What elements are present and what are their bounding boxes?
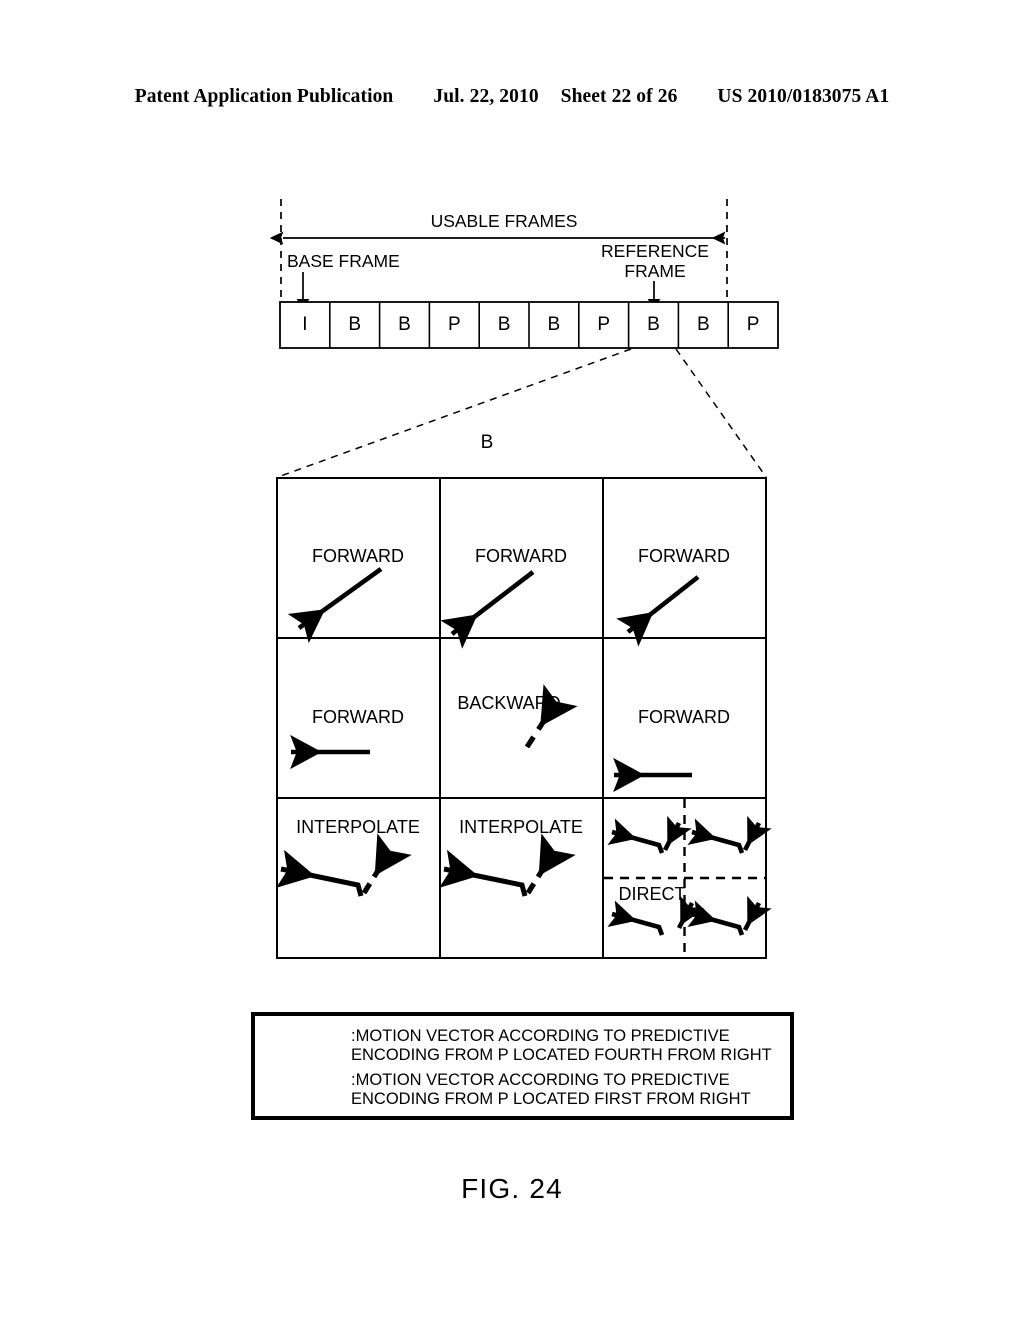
frame-cell-0[interactable]: I xyxy=(302,314,307,336)
mv-arrow-r2c1-forward xyxy=(439,849,528,897)
frame-cell-8[interactable]: B xyxy=(697,314,710,336)
frame-cell-5[interactable]: B xyxy=(548,314,561,336)
legend-entry-solid: :MOTION VECTOR ACCORDING TO PREDICTIVE E… xyxy=(351,1027,772,1065)
mv-arrow-r2c0-backward-dashed xyxy=(361,833,412,895)
legend-entry-solid-line2: ENCODING FROM P LOCATED FOURTH FROM RIGH… xyxy=(351,1045,772,1064)
mv-arrow-direct-bl xyxy=(607,895,705,936)
mv-arrow-direct-tr xyxy=(687,815,772,854)
legend-entry-dashed: :MOTION VECTOR ACCORDING TO PREDICTIVE E… xyxy=(351,1071,751,1109)
mv-arrow-r0c1 xyxy=(440,570,535,649)
frame-cell-4[interactable]: B xyxy=(498,314,511,336)
frame-cell-9[interactable]: P xyxy=(747,314,760,336)
frame-cell-2[interactable]: B xyxy=(398,314,411,336)
direct-cell-subdivision-lines xyxy=(604,799,765,957)
macroblock-label-r1c2: FORWARD xyxy=(638,707,730,727)
macroblock-label-r2c1: INTERPOLATE xyxy=(459,817,583,837)
base-frame-label: BASE FRAME xyxy=(287,251,400,271)
mv-arrow-direct-br xyxy=(687,895,772,936)
mv-arrow-r0c0 xyxy=(287,567,383,644)
reference-frame-label: REFERENCE FRAME xyxy=(601,241,709,281)
mv-arrow-direct-tl xyxy=(607,815,692,854)
legend-entry-solid-line1: :MOTION VECTOR ACCORDING TO PREDICTIVE xyxy=(351,1027,730,1045)
mv-arrow-r2c0-forward xyxy=(276,849,364,897)
mv-arrow-r2c1-backward-dashed xyxy=(525,833,576,895)
figure-vector-layer xyxy=(269,199,779,1108)
usable-frames-label: USABLE FRAMES xyxy=(430,211,578,231)
macroblock-label-r2c0: INTERPOLATE xyxy=(296,817,420,837)
reference-frame-label-line1: REFERENCE xyxy=(601,241,709,261)
expansion-callout-lines xyxy=(277,348,767,478)
figure-caption: FIG. 24 xyxy=(461,1173,563,1204)
reference-frame-pointer-arrow xyxy=(647,281,661,309)
frame-cell-7[interactable]: B xyxy=(647,314,660,336)
expanded-frame-label: B xyxy=(480,432,494,453)
reference-frame-label-line2: FRAME xyxy=(624,260,686,281)
base-frame-pointer-arrow xyxy=(296,272,310,309)
legend-entry-dashed-line2: ENCODING FROM P LOCATED FIRST FROM RIGHT xyxy=(351,1089,751,1108)
macroblock-label-r0c2: FORWARD xyxy=(638,546,730,566)
macroblock-label-r0c0: FORWARD xyxy=(312,546,404,566)
legend-entry-dashed-line1: :MOTION VECTOR ACCORDING TO PREDICTIVE xyxy=(351,1071,730,1089)
macroblock-label-r0c1: FORWARD xyxy=(475,546,567,566)
macroblock-label-r2c2: DIRECT xyxy=(618,884,686,904)
mv-arrow-r0c2 xyxy=(616,575,700,647)
patent-figure-24: USABLE FRAMES BASE FRAME REFERENCE FRAME… xyxy=(0,0,1024,1320)
frame-cell-1[interactable]: B xyxy=(348,314,361,336)
macroblock-label-r1c0: FORWARD xyxy=(312,707,404,727)
frame-cell-6[interactable]: P xyxy=(597,314,610,336)
macroblock-label-r1c1: BACKWARD xyxy=(457,693,561,713)
frame-cell-3[interactable]: P xyxy=(448,314,461,336)
